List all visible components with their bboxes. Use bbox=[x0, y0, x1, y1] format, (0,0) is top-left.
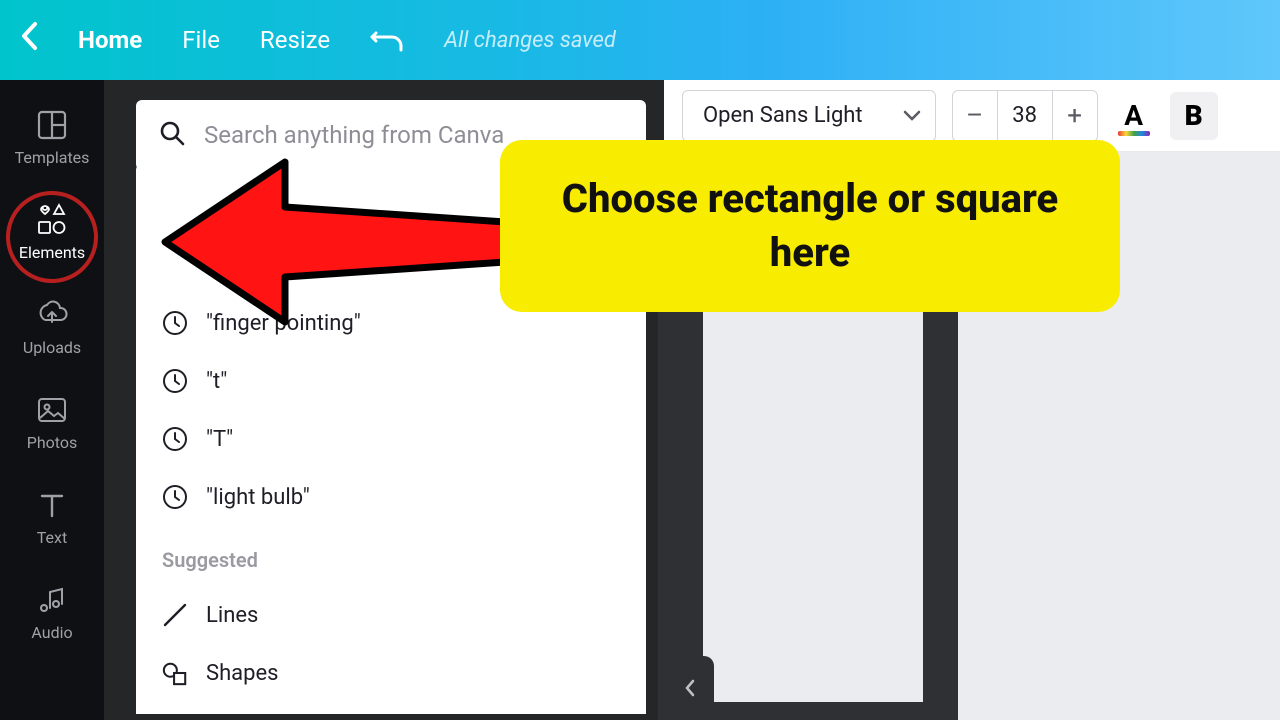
top-menu-bar: Home File Resize All changes saved bbox=[0, 0, 1280, 80]
bold-button[interactable]: B bbox=[1170, 92, 1218, 140]
font-family-select[interactable]: Open Sans Light bbox=[682, 90, 936, 142]
font-size-value[interactable]: 38 bbox=[997, 91, 1053, 141]
text-color-button[interactable]: A bbox=[1114, 99, 1154, 132]
sidebar-item-text[interactable]: Text bbox=[0, 474, 104, 559]
suggested-label: Shapes bbox=[206, 661, 279, 686]
chevron-down-icon bbox=[903, 103, 921, 128]
clock-icon bbox=[162, 368, 188, 394]
sidebar-item-templates[interactable]: Templates bbox=[0, 94, 104, 179]
recent-search-item[interactable]: "T" bbox=[162, 410, 620, 468]
home-link[interactable]: Home bbox=[78, 26, 142, 54]
sidebar-item-label: Audio bbox=[31, 623, 72, 642]
shapes-icon bbox=[162, 660, 188, 686]
back-button[interactable] bbox=[20, 21, 38, 59]
decrease-button[interactable]: – bbox=[953, 91, 997, 141]
recent-label: "T" bbox=[206, 427, 233, 452]
recent-label: "t" bbox=[206, 369, 227, 394]
text-icon bbox=[35, 488, 69, 522]
sidebar-item-label: Text bbox=[37, 528, 67, 547]
suggested-label: Lines bbox=[206, 603, 258, 628]
suggested-lines[interactable]: Lines bbox=[162, 586, 620, 644]
uploads-icon bbox=[35, 298, 69, 332]
search-icon bbox=[158, 119, 186, 151]
color-spectrum-icon bbox=[1118, 131, 1150, 136]
photos-icon bbox=[35, 393, 69, 427]
sidebar-item-label: Photos bbox=[27, 433, 78, 452]
sidebar-item-label: Templates bbox=[15, 148, 90, 167]
undo-button[interactable] bbox=[370, 27, 404, 53]
clock-icon bbox=[162, 426, 188, 452]
sidebar-item-audio[interactable]: Audio bbox=[0, 569, 104, 642]
clock-icon bbox=[162, 310, 188, 336]
sidebar-item-elements[interactable]: Elements bbox=[0, 189, 104, 274]
suggested-shapes[interactable]: Shapes bbox=[162, 644, 620, 702]
audio-icon bbox=[35, 583, 69, 617]
sidebar-item-label: Uploads bbox=[23, 338, 81, 357]
font-size-stepper[interactable]: – 38 + bbox=[952, 90, 1098, 142]
sidebar-item-photos[interactable]: Photos bbox=[0, 379, 104, 464]
resize-menu[interactable]: Resize bbox=[260, 26, 330, 54]
left-sidebar: Templates Elements Uploads bbox=[0, 80, 104, 720]
sidebar-item-uploads[interactable]: Uploads bbox=[0, 284, 104, 369]
file-menu[interactable]: File bbox=[182, 26, 220, 54]
annotation-callout: Choose rectangle or square here bbox=[500, 140, 1120, 312]
page-expand-tab[interactable] bbox=[666, 656, 714, 720]
recent-label: "light bulb" bbox=[206, 485, 310, 510]
suggested-heading: Suggested bbox=[162, 526, 620, 586]
templates-icon bbox=[35, 108, 69, 142]
recent-label: "finger pointing" bbox=[206, 311, 361, 336]
sidebar-item-label: Elements bbox=[19, 243, 85, 262]
save-status: All changes saved bbox=[444, 28, 616, 53]
elements-icon bbox=[35, 203, 69, 237]
increase-button[interactable]: + bbox=[1053, 91, 1097, 141]
line-icon bbox=[162, 602, 188, 628]
clock-icon bbox=[162, 484, 188, 510]
recent-search-item[interactable]: "light bulb" bbox=[162, 468, 620, 526]
font-name: Open Sans Light bbox=[703, 103, 863, 128]
recent-search-item[interactable]: "t" bbox=[162, 352, 620, 410]
